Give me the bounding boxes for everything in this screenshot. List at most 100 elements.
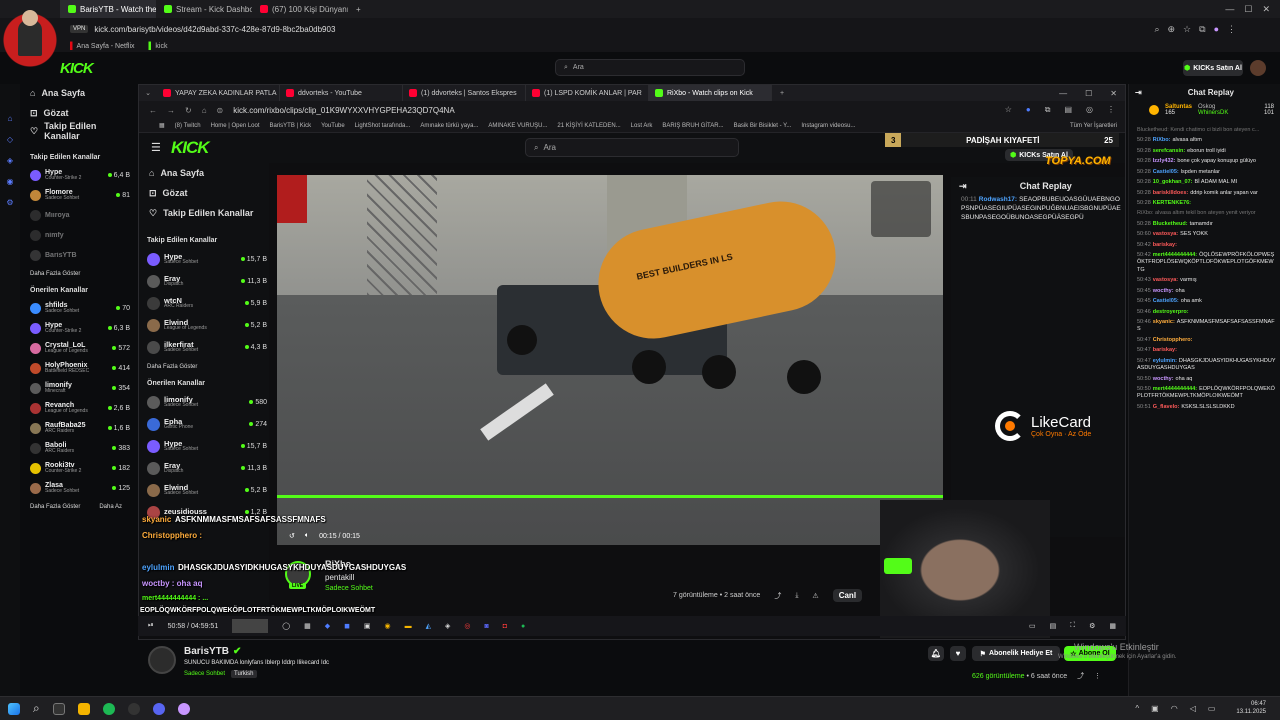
bookmark-10[interactable]: Basik Bir Bisiklet - Y... (734, 123, 792, 129)
outer-show-less[interactable]: Daha Az (91, 498, 130, 516)
taskbar-app-icon[interactable]: ◉ (385, 622, 391, 630)
inner-followed-channel-item[interactable]: Hype Sadece Sohbet 15,7 B (139, 248, 269, 270)
kicks-buy-button[interactable]: ⬢ KICKs Satın Al (1183, 60, 1243, 76)
minimize-icon[interactable]: — (1059, 89, 1067, 98)
close-icon[interactable]: ✕ (1262, 4, 1270, 15)
bookmark-0[interactable]: (8) Twitch (175, 123, 201, 129)
kick-logo[interactable]: KICK (171, 138, 210, 158)
home-rail-icon[interactable]: ⌂ (8, 114, 13, 123)
all-bookmarks[interactable]: Tüm Yer İşaretleri (1070, 123, 1125, 129)
clock[interactable]: 06:47 13.11.2025 (1228, 701, 1280, 717)
taskbar-app-icon[interactable]: ◎ (464, 622, 470, 630)
outer-show-more[interactable]: Daha Fazla Göster (22, 265, 132, 283)
chat-username[interactable]: 10_gokhan_07: (1153, 179, 1193, 185)
chat-username[interactable]: eylulmin: (1153, 358, 1177, 364)
chat-username[interactable]: bariskay: (1153, 347, 1177, 353)
share-icon[interactable]: ⤴ (1077, 671, 1084, 681)
inner-nav-following[interactable]: ♡ Takip Edilen Kanallar (139, 203, 269, 223)
outer-nav-browse[interactable]: ⊡ Gözat (22, 104, 132, 122)
chat-username[interactable]: mert4444444444: (1153, 252, 1197, 258)
chat-username[interactable]: serefcansin: (1153, 148, 1185, 154)
outer-followed-channel-item[interactable]: BarisYTB (22, 245, 132, 265)
clip-category[interactable]: Sadece Sohbet (325, 585, 373, 592)
chat-username[interactable]: Castiel05: (1153, 169, 1179, 175)
outer-recommended-channel-item[interactable]: Baboli ARC Raiders 383 (22, 438, 132, 458)
more-options-icon[interactable]: ⋮ (1094, 672, 1101, 680)
outer-recommended-channel-item[interactable]: Crystal_LoL League of Legends 572 (22, 338, 132, 358)
new-tab-button[interactable]: + (348, 0, 366, 18)
profile-icon[interactable]: ◎ (1086, 105, 1093, 115)
zoom-icon[interactable]: ⊕ (1168, 24, 1176, 35)
reload-icon[interactable]: ↻ (185, 106, 192, 115)
streamer-avatar[interactable] (148, 646, 176, 674)
outer-nav-home[interactable]: ⌂ Ana Sayfa (22, 84, 132, 102)
report-icon[interactable]: ⚠ (812, 592, 818, 600)
puzzle-icon[interactable]: ⧉ (1045, 105, 1051, 115)
chat-username[interactable]: mert4444444444: (1153, 386, 1197, 392)
taskbar-app-icon[interactable]: ◭ (426, 622, 431, 630)
collapse-chat-icon[interactable]: ⇥ (1135, 88, 1142, 97)
outer-search-input[interactable]: ⌕ Ara (555, 59, 745, 76)
home-icon[interactable]: ⌂ (202, 106, 207, 115)
task-view-icon[interactable] (52, 702, 65, 715)
inner-tab-2[interactable]: (1) ddvorteks | Santos Ekspres (403, 85, 526, 101)
volume-icon[interactable]: ◁ (1190, 704, 1196, 713)
outer-tab-0[interactable]: BarisYTB - Watch the (60, 0, 156, 18)
chat-rail-icon[interactable]: ◈ (7, 156, 13, 165)
volume-icon[interactable]: 🔈︎ (305, 532, 309, 540)
outer-followed-channel-item[interactable]: Flomore Sadece Sohbet 81 (22, 185, 132, 205)
star-icon[interactable]: ☆ (1183, 24, 1191, 35)
search-icon[interactable]: ⌕ (1154, 24, 1159, 35)
settings-rail-icon[interactable]: ⚙ (6, 198, 13, 207)
windows-start-icon[interactable] (8, 702, 20, 715)
tray-icon[interactable]: ⚙ (1089, 622, 1095, 630)
chat-username[interactable]: vastosya: (1153, 277, 1178, 283)
bookmark-6[interactable]: AMINAKE VURUŞU... (488, 123, 547, 129)
hamburger-icon[interactable]: ☰ (151, 141, 161, 154)
chat-username[interactable]: wocthy: (1153, 288, 1174, 294)
bookmark-kick[interactable]: ▌ kick (149, 43, 168, 50)
inner-followed-channel-item[interactable]: Elwind League of Legends 5,2 B (139, 314, 269, 336)
taskbar-app-icon[interactable]: ▦ (304, 622, 311, 630)
maximize-icon[interactable]: ☐ (1085, 89, 1092, 98)
search-icon[interactable]: ⌕ (33, 701, 40, 716)
stream-language-tag[interactable]: Turkish (231, 670, 257, 678)
taskbar-app-icon[interactable]: ▣ (364, 622, 371, 630)
chat-username[interactable]: Blucketheud: (1153, 221, 1188, 227)
kick-logo[interactable]: KICK (60, 60, 94, 77)
close-icon[interactable]: ✕ (1110, 89, 1117, 98)
share-icon[interactable]: ⤴ (774, 591, 781, 601)
apps-icon[interactable]: ▦ (159, 122, 165, 129)
site-info-icon[interactable]: ⊜ (217, 106, 224, 115)
notifications-button[interactable]: 🔔︎ (928, 646, 944, 661)
spotify-icon[interactable] (102, 702, 115, 715)
collapse-chat-icon[interactable]: ⇥ (959, 181, 967, 192)
outer-followed-channel-item[interactable]: Mııroya (22, 205, 132, 225)
chat-username[interactable]: Christopphero: (1153, 337, 1193, 343)
taskbar-app-icon[interactable]: ◈ (445, 622, 450, 630)
chat-username[interactable]: destroyerpro: (1153, 309, 1189, 315)
inner-url[interactable]: kick.com/rixbo/clips/clip_01K9WYXXVHYGPE… (233, 106, 454, 115)
bookmark-5[interactable]: Amınake türkü yaya... (420, 123, 478, 129)
outer-recommended-channel-item[interactable]: Hype Counter-Strike 2 6,3 B (22, 318, 132, 338)
outer-url[interactable]: kick.com/barisytb/videos/d42d9abd-337c-4… (94, 25, 335, 34)
bookmark-2[interactable]: BarisYTB | Kick (270, 123, 312, 129)
chat-username[interactable]: KERTENKE76: (1153, 200, 1191, 206)
new-tab-button[interactable]: + (772, 90, 792, 97)
play-pause-icon[interactable]: ⏯ (148, 622, 154, 630)
taskbar-app-icon[interactable]: ◘ (503, 623, 507, 630)
menu-icon[interactable]: ⋮ (1227, 24, 1236, 35)
user-avatar[interactable] (1250, 60, 1266, 76)
tray-icon[interactable]: ▣ (1151, 704, 1159, 713)
bookmark-9[interactable]: BARIŞ BRUH GİTAR... (662, 123, 723, 129)
inner-tab-0[interactable]: YAPAY ZEKA KADINLAR PATLA (157, 85, 280, 101)
inner-recommended-channel-item[interactable]: Elwind Sadece Sohbet 5,2 B (139, 479, 269, 501)
clip-live-button[interactable]: Canl (832, 589, 863, 602)
inner-tab-1[interactable]: ddvorteks - YouTube (280, 85, 403, 101)
inner-recommended-channel-item[interactable]: Hype Sadece Sohbet 15,7 B (139, 435, 269, 457)
outer-tab-1[interactable]: Stream - Kick Dashboard (156, 0, 252, 18)
inner-search-input[interactable]: ⌕ Ara (525, 138, 739, 157)
inner-recommended-channel-item[interactable]: limonify Sadece Sohbet 580 (139, 391, 269, 413)
bookmark-3[interactable]: YouTube (321, 123, 345, 129)
tray-up-icon[interactable]: ^ (1135, 704, 1139, 713)
